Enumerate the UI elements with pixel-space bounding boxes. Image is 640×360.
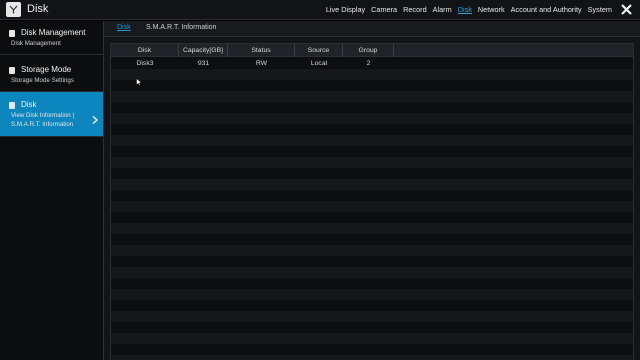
column-header-status: Status [228,44,295,57]
main-content: Disk S.M.A.R.T. Information Disk Capacit… [104,21,640,360]
empty-table-row [111,113,633,124]
sidebar-item-disk-management[interactable]: Disk Management Disk Management [0,21,103,55]
app-title: Disk [27,3,49,15]
empty-table-row [111,69,633,80]
empty-table-row [111,201,633,212]
empty-table-row [111,311,633,322]
nav-disk[interactable]: Disk [458,5,472,14]
empty-table-row [111,146,633,157]
empty-table-row [111,80,633,91]
column-header-source: Source [295,44,343,57]
empty-table-row [111,278,633,289]
chevron-right-icon [92,111,98,124]
app-logo-icon [6,2,21,17]
empty-table-row [111,300,633,311]
tab-disk[interactable]: Disk [117,24,131,31]
empty-table-row [111,179,633,190]
sidebar-item-subtitle: Storage Mode Settings [11,77,74,84]
table-header: Disk Capacity[GB] Status Source Group [111,44,633,57]
sidebar-item-title: Disk [21,100,37,109]
empty-table-row [111,344,633,355]
table-row[interactable]: Disk3 931 RW Local 2 [111,58,633,69]
empty-table-row [111,355,633,360]
main-nav: Live Display Camera Record Alarm Disk Ne… [320,5,612,14]
empty-table-row [111,267,633,278]
empty-table-row [111,168,633,179]
sidebar-item-storage-mode[interactable]: Storage Mode Storage Mode Settings [0,56,103,92]
tab-bar: Disk S.M.A.R.T. Information [104,21,640,37]
cell-disk: Disk3 [136,60,154,67]
top-bar: Disk Live Display Camera Record Alarm Di… [0,0,640,20]
column-header-group: Group [343,44,394,57]
empty-table-row [111,91,633,102]
nav-record[interactable]: Record [403,5,427,14]
nav-account-authority[interactable]: Account and Authority [511,5,582,14]
column-header-disk: Disk [111,44,179,57]
mouse-cursor-icon [136,73,143,86]
column-header-capacity: Capacity[GB] [179,44,228,57]
empty-table-row [111,212,633,223]
empty-table-row [111,234,633,245]
close-icon[interactable] [620,3,633,16]
sidebar-item-disk[interactable]: Disk View Disk Information | S.M.A.R.T. … [0,92,103,137]
nav-live-display[interactable]: Live Display [326,5,365,14]
disk-management-icon [9,30,15,37]
cell-capacity: 931 [197,60,210,67]
table-body: Disk3 931 RW Local 2 [111,58,633,360]
cell-group: 2 [366,60,371,67]
sidebar-item-subtitle: View Disk Information | S.M.A.R.T. Infor… [11,112,75,128]
empty-table-row [111,102,633,113]
nav-alarm[interactable]: Alarm [433,5,452,14]
empty-table-row [111,190,633,201]
nav-camera[interactable]: Camera [371,5,397,14]
nav-network[interactable]: Network [478,5,505,14]
sidebar-item-subtitle: Disk Management [11,40,61,47]
sidebar: Disk Management Disk Management Storage … [0,21,104,360]
tab-smart-information[interactable]: S.M.A.R.T. Information [146,24,216,31]
cell-status: RW [255,60,268,67]
empty-table-row [111,245,633,256]
storage-mode-icon [9,67,15,74]
empty-table-row [111,157,633,168]
disk-table: Disk Capacity[GB] Status Source Group Di… [110,43,634,360]
disk-icon [9,102,15,109]
empty-table-row [111,223,633,234]
sidebar-item-title: Disk Management [21,28,86,37]
empty-table-row [111,135,633,146]
empty-table-row [111,124,633,135]
cell-source: Local [310,60,328,67]
sidebar-item-title: Storage Mode [21,65,72,74]
empty-table-row [111,289,633,300]
empty-table-row [111,333,633,344]
empty-table-row [111,322,633,333]
nav-system[interactable]: System [588,5,612,14]
empty-table-row [111,256,633,267]
